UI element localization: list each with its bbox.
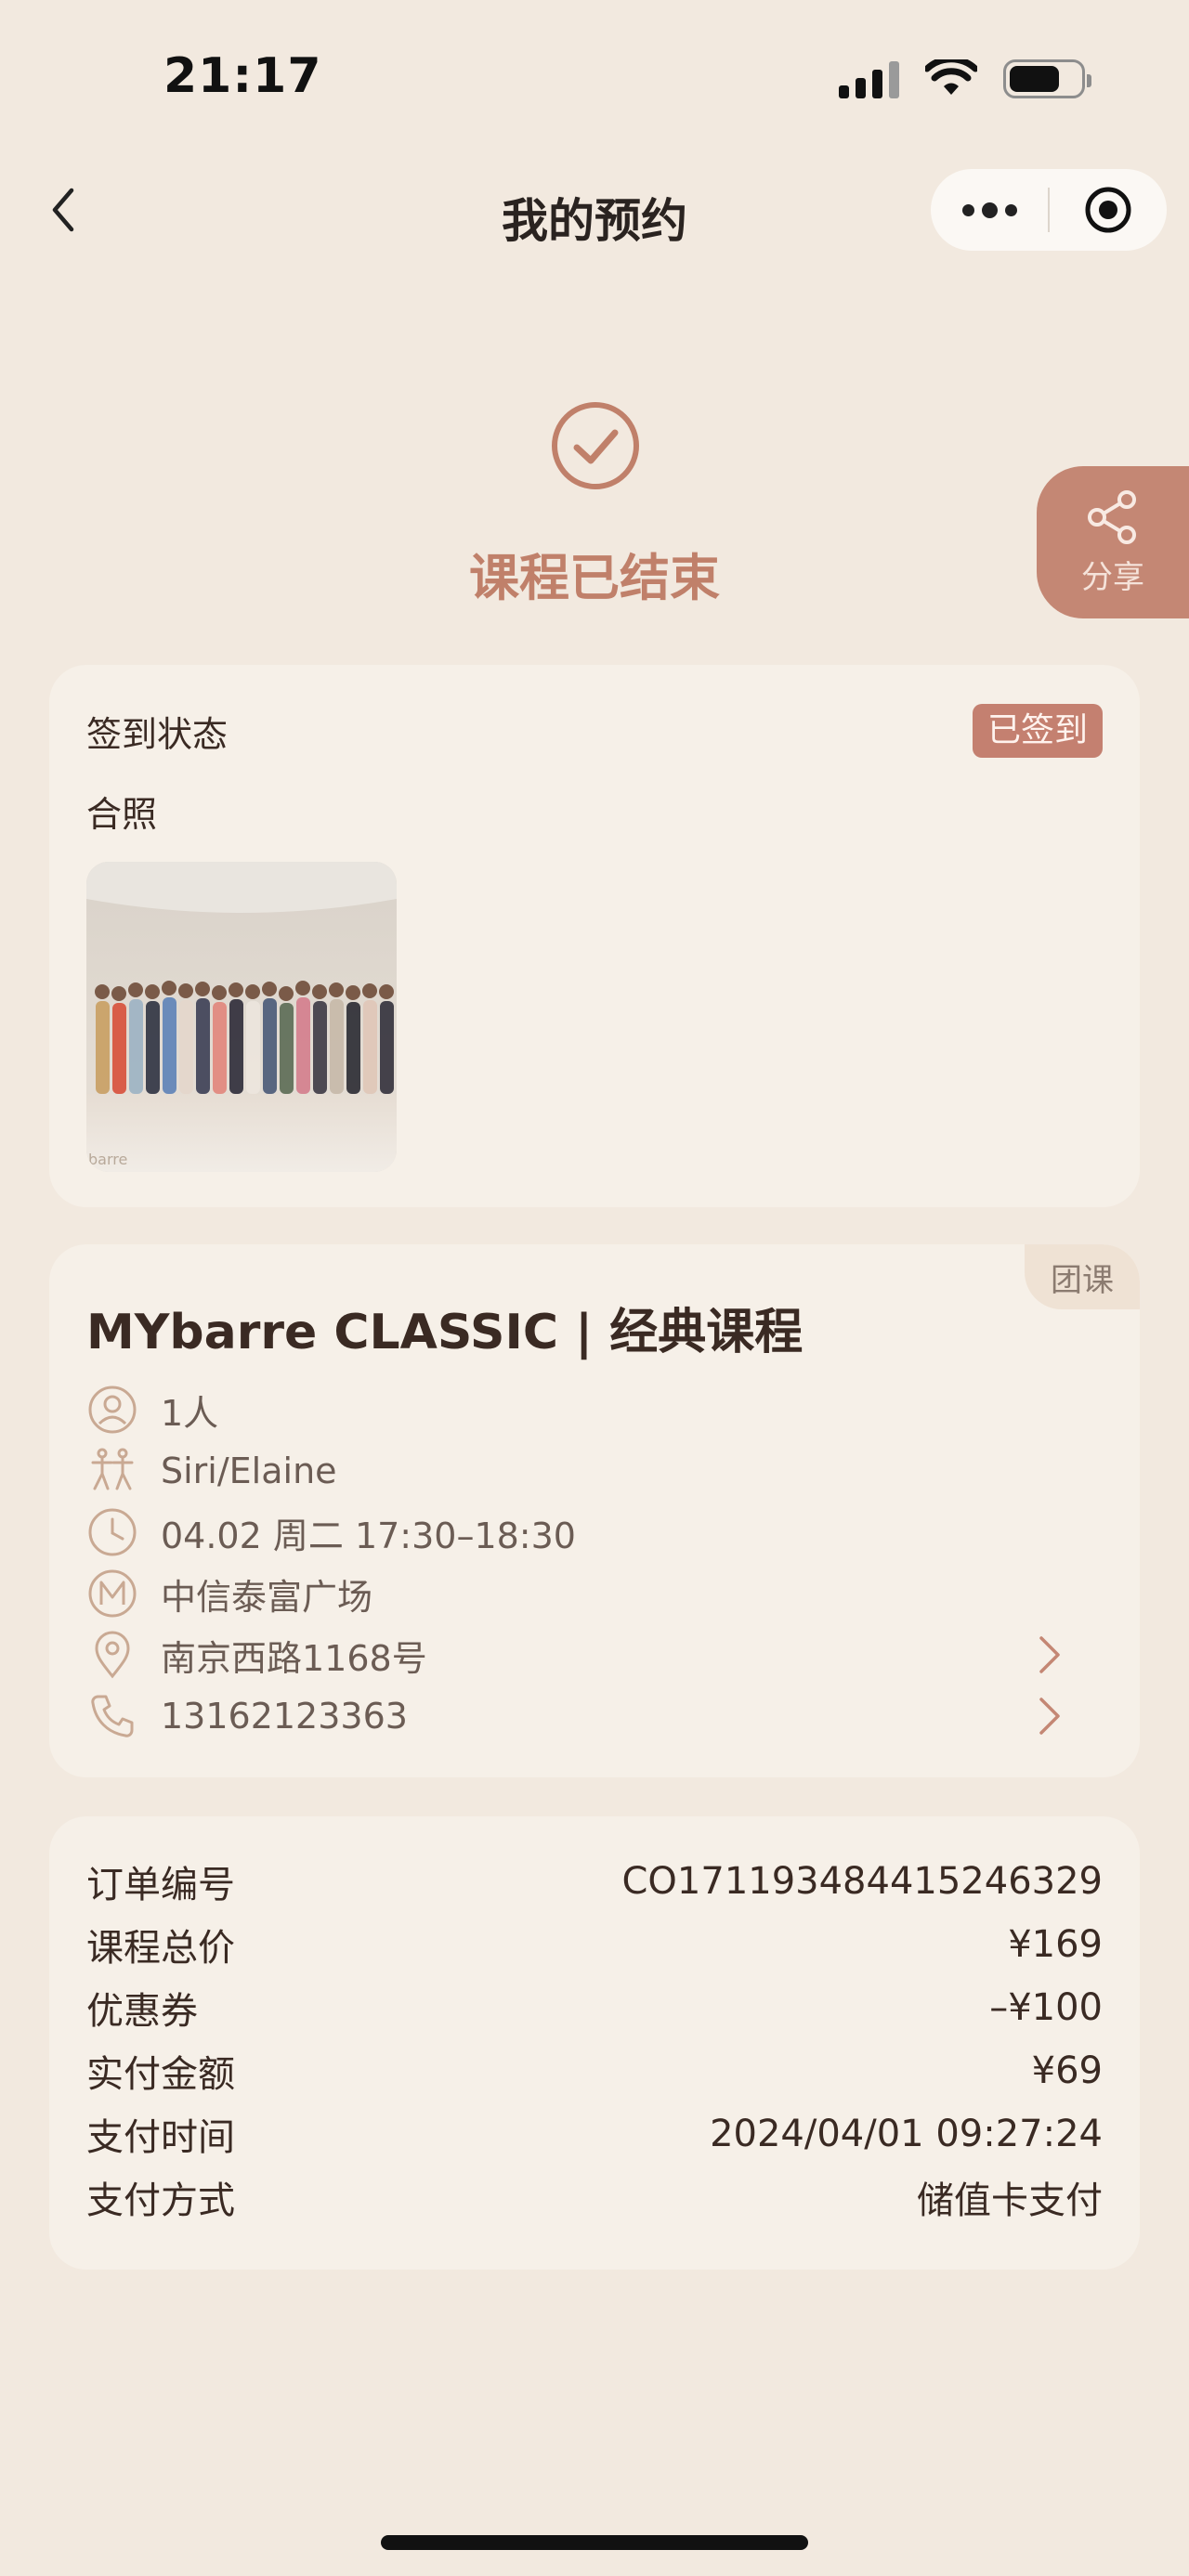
order-value: CO171193484415246329 <box>621 1860 1104 1903</box>
nav-bar: 我的预约 <box>0 158 1189 262</box>
order-value: –¥100 <box>989 1986 1103 2029</box>
order-label: 优惠券 <box>86 1990 198 2033</box>
order-label: 实付金额 <box>86 2053 235 2096</box>
svg-text:barre: barre <box>88 1151 127 1168</box>
order-row-coupon: 优惠券 –¥100 <box>86 1980 1103 2036</box>
order-value: ¥169 <box>1008 1923 1103 1966</box>
order-label: 课程总价 <box>86 1927 235 1970</box>
participants-count: 1人 <box>161 1392 219 1434</box>
share-button[interactable]: 分享 <box>1037 466 1189 618</box>
order-row-paid: 实付金额 ¥69 <box>86 2043 1103 2099</box>
mini-program-capsule <box>931 169 1167 251</box>
status-time: 21:17 <box>163 48 322 104</box>
phone-row[interactable]: 13162123363 <box>86 1688 1103 1744</box>
close-mini-program-button[interactable] <box>1050 169 1167 251</box>
schedule-row: 04.02 周二 17:30–18:30 <box>86 1504 1103 1560</box>
order-label: 支付方式 <box>86 2179 235 2222</box>
order-value: 储值卡支付 <box>917 2179 1103 2222</box>
address-row[interactable]: 南京西路1168号 <box>86 1627 1103 1683</box>
order-label: 支付时间 <box>86 2116 235 2159</box>
order-value: 2024/04/01 09:27:24 <box>710 2113 1103 2155</box>
home-indicator[interactable] <box>381 2535 808 2550</box>
order-row-paytime: 支付时间 2024/04/01 09:27:24 <box>86 2106 1103 2162</box>
more-button[interactable] <box>931 169 1048 251</box>
instructor-icon <box>86 1445 138 1497</box>
checkin-status-label: 签到状态 <box>86 714 229 755</box>
phone-icon <box>86 1690 138 1742</box>
share-label: 分享 <box>1081 558 1144 596</box>
instructor-row: Siri/Elaine <box>86 1443 1103 1499</box>
order-row-number: 订单编号 CO171193484415246329 <box>86 1854 1103 1909</box>
studio-address: 南京西路1168号 <box>161 1637 427 1679</box>
order-label: 订单编号 <box>86 1864 235 1906</box>
battery-icon <box>1003 59 1091 98</box>
wifi-icon <box>925 59 977 95</box>
status-icons <box>839 56 1091 102</box>
target-icon <box>1085 187 1131 233</box>
participants-row: 1人 <box>86 1382 1103 1438</box>
group-photo[interactable]: barre <box>86 862 397 1172</box>
order-value: ¥69 <box>1031 2049 1103 2092</box>
share-icon <box>1088 489 1136 544</box>
chevron-right-icon <box>1039 1698 1060 1735</box>
user-icon <box>86 1384 138 1436</box>
studio-phone: 13162123363 <box>161 1696 408 1737</box>
order-row-total: 课程总价 ¥169 <box>86 1917 1103 1972</box>
instructor-name: Siri/Elaine <box>161 1451 337 1491</box>
studio-logo-icon <box>86 1568 138 1620</box>
location-pin-icon <box>86 1629 138 1681</box>
chevron-right-icon <box>1039 1636 1060 1673</box>
course-type-tag: 团课 <box>1025 1244 1140 1309</box>
group-photo-image: barre <box>86 862 397 1172</box>
checked-in-badge: 已签到 <box>972 704 1103 758</box>
course-ended-status: 课程已结束 <box>469 549 720 607</box>
order-card: 订单编号 CO171193484415246329 课程总价 ¥169 优惠券 … <box>49 1816 1140 2270</box>
check-circle-icon <box>552 402 639 489</box>
status-bar: 21:17 <box>0 0 1189 158</box>
studio-name: 中信泰富广场 <box>161 1576 373 1618</box>
checkin-card: 签到状态 已签到 合照 barre <box>49 665 1140 1207</box>
course-card: 团课 MYbarre CLASSIC | 经典课程 1人 Siri/Elaine… <box>49 1244 1140 1777</box>
course-datetime: 04.02 周二 17:30–18:30 <box>161 1515 576 1556</box>
studio-row: 中信泰富广场 <box>86 1566 1103 1621</box>
course-title: MYbarre CLASSIC | 经典课程 <box>86 1305 804 1360</box>
group-photo-label: 合照 <box>86 794 158 835</box>
clock-icon <box>86 1506 138 1558</box>
order-row-paymethod: 支付方式 储值卡支付 <box>86 2169 1103 2225</box>
cellular-signal-icon <box>839 59 899 98</box>
